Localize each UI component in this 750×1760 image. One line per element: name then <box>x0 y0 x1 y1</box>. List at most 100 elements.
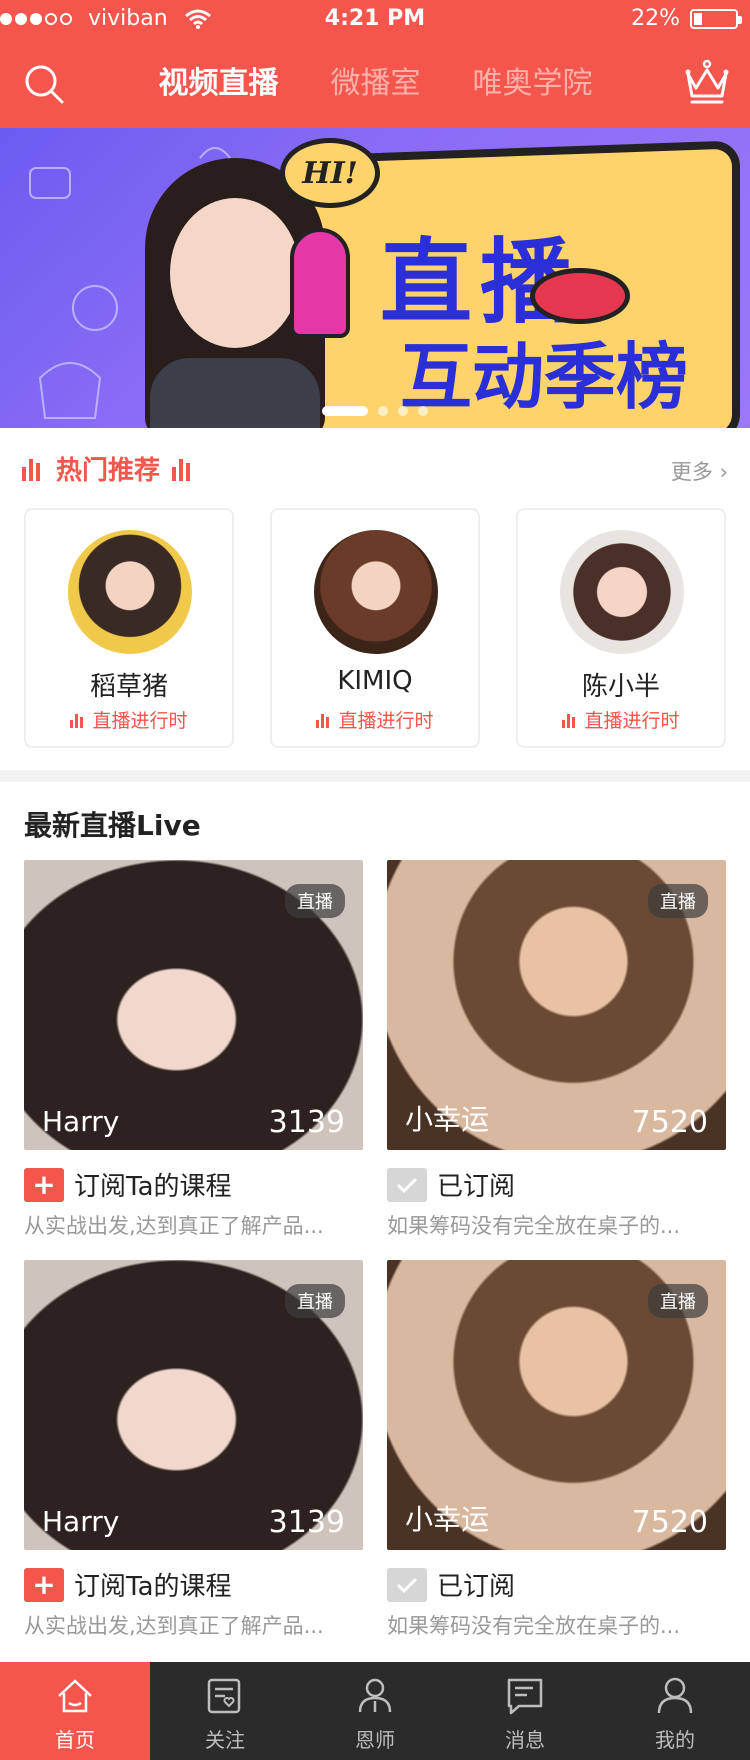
live-description: 从实战出发,达到真正了解产品... <box>24 1214 324 1238</box>
subscribe-row[interactable]: 已订阅 <box>387 1566 515 1603</box>
tabbar-home[interactable]: 首页 <box>0 1662 150 1760</box>
avatar <box>68 530 192 654</box>
home-icon <box>58 1679 92 1713</box>
viewer-count: 7520 <box>631 1505 708 1540</box>
hot-card-name: 陈小半 <box>581 672 660 702</box>
hot-card-status: 直播进行时 <box>518 706 724 733</box>
banner-hi-bubble: HI! <box>280 138 380 208</box>
hot-card[interactable]: 陈小半 直播进行时 <box>516 508 726 748</box>
status-bar: viviban 4:21 PM 22% <box>0 0 750 40</box>
promo-banner[interactable]: HI! 直播 互动季榜 <box>0 128 750 428</box>
tabbar-profile[interactable]: 我的 <box>600 1662 750 1760</box>
subscribe-row[interactable]: + 订阅Ta的课程 <box>24 1166 232 1203</box>
pager-dot-active[interactable] <box>322 406 368 416</box>
tabbar-messages[interactable]: 消息 <box>450 1662 600 1760</box>
subscribe-row[interactable]: + 订阅Ta的课程 <box>24 1566 232 1603</box>
tabbar-label: 恩师 <box>355 1728 395 1752</box>
microphone-icon <box>290 228 350 338</box>
hot-card-status-text: 直播进行时 <box>338 710 434 732</box>
live-badge: 直播 <box>285 884 345 918</box>
live-thumbnail: 直播 Harry 3139 <box>24 1260 363 1550</box>
tab-micro-room[interactable]: 微播室 <box>297 62 454 106</box>
latest-title: 最新直播Live <box>24 809 201 842</box>
top-tabs: 视频直播 微播室 唯奥学院 <box>140 62 611 106</box>
tab-video-live[interactable]: 视频直播 <box>140 62 297 106</box>
live-card[interactable]: 直播 Harry 3139 + 订阅Ta的课程 从实战出发,达到真正了解产品..… <box>24 1260 363 1640</box>
hot-card-status: 直播进行时 <box>26 706 232 733</box>
tabbar-label: 首页 <box>55 1728 95 1752</box>
live-bars-icon <box>70 712 86 728</box>
subscribe-label[interactable]: 已订阅 <box>437 1166 515 1203</box>
tabbar-label: 消息 <box>505 1728 545 1752</box>
check-icon[interactable] <box>387 1567 427 1602</box>
viewer-count: 3139 <box>268 1105 345 1140</box>
battery-icon <box>690 8 742 29</box>
hot-card[interactable]: 稻草猪 直播进行时 <box>24 508 234 748</box>
live-description: 从实战出发,达到真正了解产品... <box>24 1614 324 1638</box>
hot-card-name: 稻草猪 <box>89 672 168 702</box>
message-icon <box>507 1678 543 1715</box>
crown-icon[interactable] <box>682 58 732 106</box>
banner-model-face <box>170 198 300 348</box>
live-badge: 直播 <box>648 884 708 918</box>
live-host-name: Harry <box>42 1505 120 1538</box>
live-bars-icon <box>562 712 578 728</box>
latest-section: 最新直播Live 直播 Harry 3139 + 订阅Ta的课程 从实战出发,达… <box>0 782 750 1662</box>
subscribe-label[interactable]: 订阅Ta的课程 <box>74 1566 232 1603</box>
status-right: 22% <box>631 6 742 31</box>
hot-card-status: 直播进行时 <box>272 706 478 733</box>
tabbar-label: 我的 <box>655 1728 695 1752</box>
banner-pager[interactable] <box>322 406 428 416</box>
profile-icon <box>657 1677 693 1714</box>
tabbar-teacher[interactable]: 恩师 <box>300 1662 450 1760</box>
pager-dot[interactable] <box>418 406 428 416</box>
tabbar-follow[interactable]: 关注 <box>150 1662 300 1760</box>
subscribe-label[interactable]: 订阅Ta的课程 <box>74 1166 232 1203</box>
hot-card-status-text: 直播进行时 <box>92 710 188 732</box>
more-link[interactable]: 更多 › <box>671 456 728 486</box>
avatar <box>560 530 684 654</box>
bars-icon <box>22 457 44 481</box>
plus-icon[interactable]: + <box>24 1567 64 1602</box>
follow-icon <box>207 1678 241 1714</box>
live-host-name: 小幸运 <box>405 1503 490 1536</box>
live-host-name: 小幸运 <box>405 1103 490 1136</box>
live-badge: 直播 <box>648 1284 708 1318</box>
pager-dot[interactable] <box>378 406 388 416</box>
app-header: viviban 4:21 PM 22% 视频直播 微播室 唯奥学院 <box>0 0 750 128</box>
live-card[interactable]: 直播 小幸运 7520 已订阅 如果筹码没有完全放在桌子的... <box>387 860 726 1240</box>
hot-title: 热门推荐 <box>56 456 161 486</box>
hot-card-status-text: 直播进行时 <box>584 710 680 732</box>
live-card[interactable]: 直播 小幸运 7520 已订阅 如果筹码没有完全放在桌子的... <box>387 1260 726 1640</box>
live-card[interactable]: 直播 Harry 3139 + 订阅Ta的课程 从实战出发,达到真正了解产品..… <box>24 860 363 1240</box>
subscribe-row[interactable]: 已订阅 <box>387 1166 515 1203</box>
search-icon[interactable] <box>22 62 66 106</box>
battery-percent: 22% <box>631 6 680 31</box>
plus-icon[interactable]: + <box>24 1167 64 1202</box>
live-bars-icon <box>316 712 332 728</box>
avatar <box>314 530 438 654</box>
live-thumbnail: 直播 Harry 3139 <box>24 860 363 1150</box>
subscribe-label[interactable]: 已订阅 <box>437 1566 515 1603</box>
hot-card-name: KIMIQ <box>337 666 413 696</box>
lips-icon <box>530 268 630 324</box>
hot-header: 热门推荐 <box>22 450 194 487</box>
live-description: 如果筹码没有完全放在桌子的... <box>387 1214 681 1238</box>
tabbar-label: 关注 <box>205 1728 245 1752</box>
live-badge: 直播 <box>285 1284 345 1318</box>
banner-subheadline: 互动季榜 <box>400 335 689 419</box>
bottom-tabbar: 首页 关注 恩师 消息 我的 <box>0 1662 750 1760</box>
bars-icon <box>172 457 194 481</box>
hot-cards: 稻草猪 直播进行时 KIMIQ 直播进行时 陈小半 直播进行时 <box>24 508 726 748</box>
pager-dot[interactable] <box>398 406 408 416</box>
viewer-count: 7520 <box>631 1105 708 1140</box>
tab-academy[interactable]: 唯奥学院 <box>454 62 611 106</box>
live-thumbnail: 直播 小幸运 7520 <box>387 1260 726 1550</box>
live-description: 如果筹码没有完全放在桌子的... <box>387 1614 681 1638</box>
hot-card[interactable]: KIMIQ 直播进行时 <box>270 508 480 748</box>
live-host-name: Harry <box>42 1105 120 1138</box>
check-icon[interactable] <box>387 1167 427 1202</box>
viewer-count: 3139 <box>268 1505 345 1540</box>
hot-section: 热门推荐 更多 › 稻草猪 直播进行时 KIMIQ 直播进行时 陈小半 直播进行… <box>0 428 750 770</box>
teacher-icon <box>358 1678 392 1713</box>
